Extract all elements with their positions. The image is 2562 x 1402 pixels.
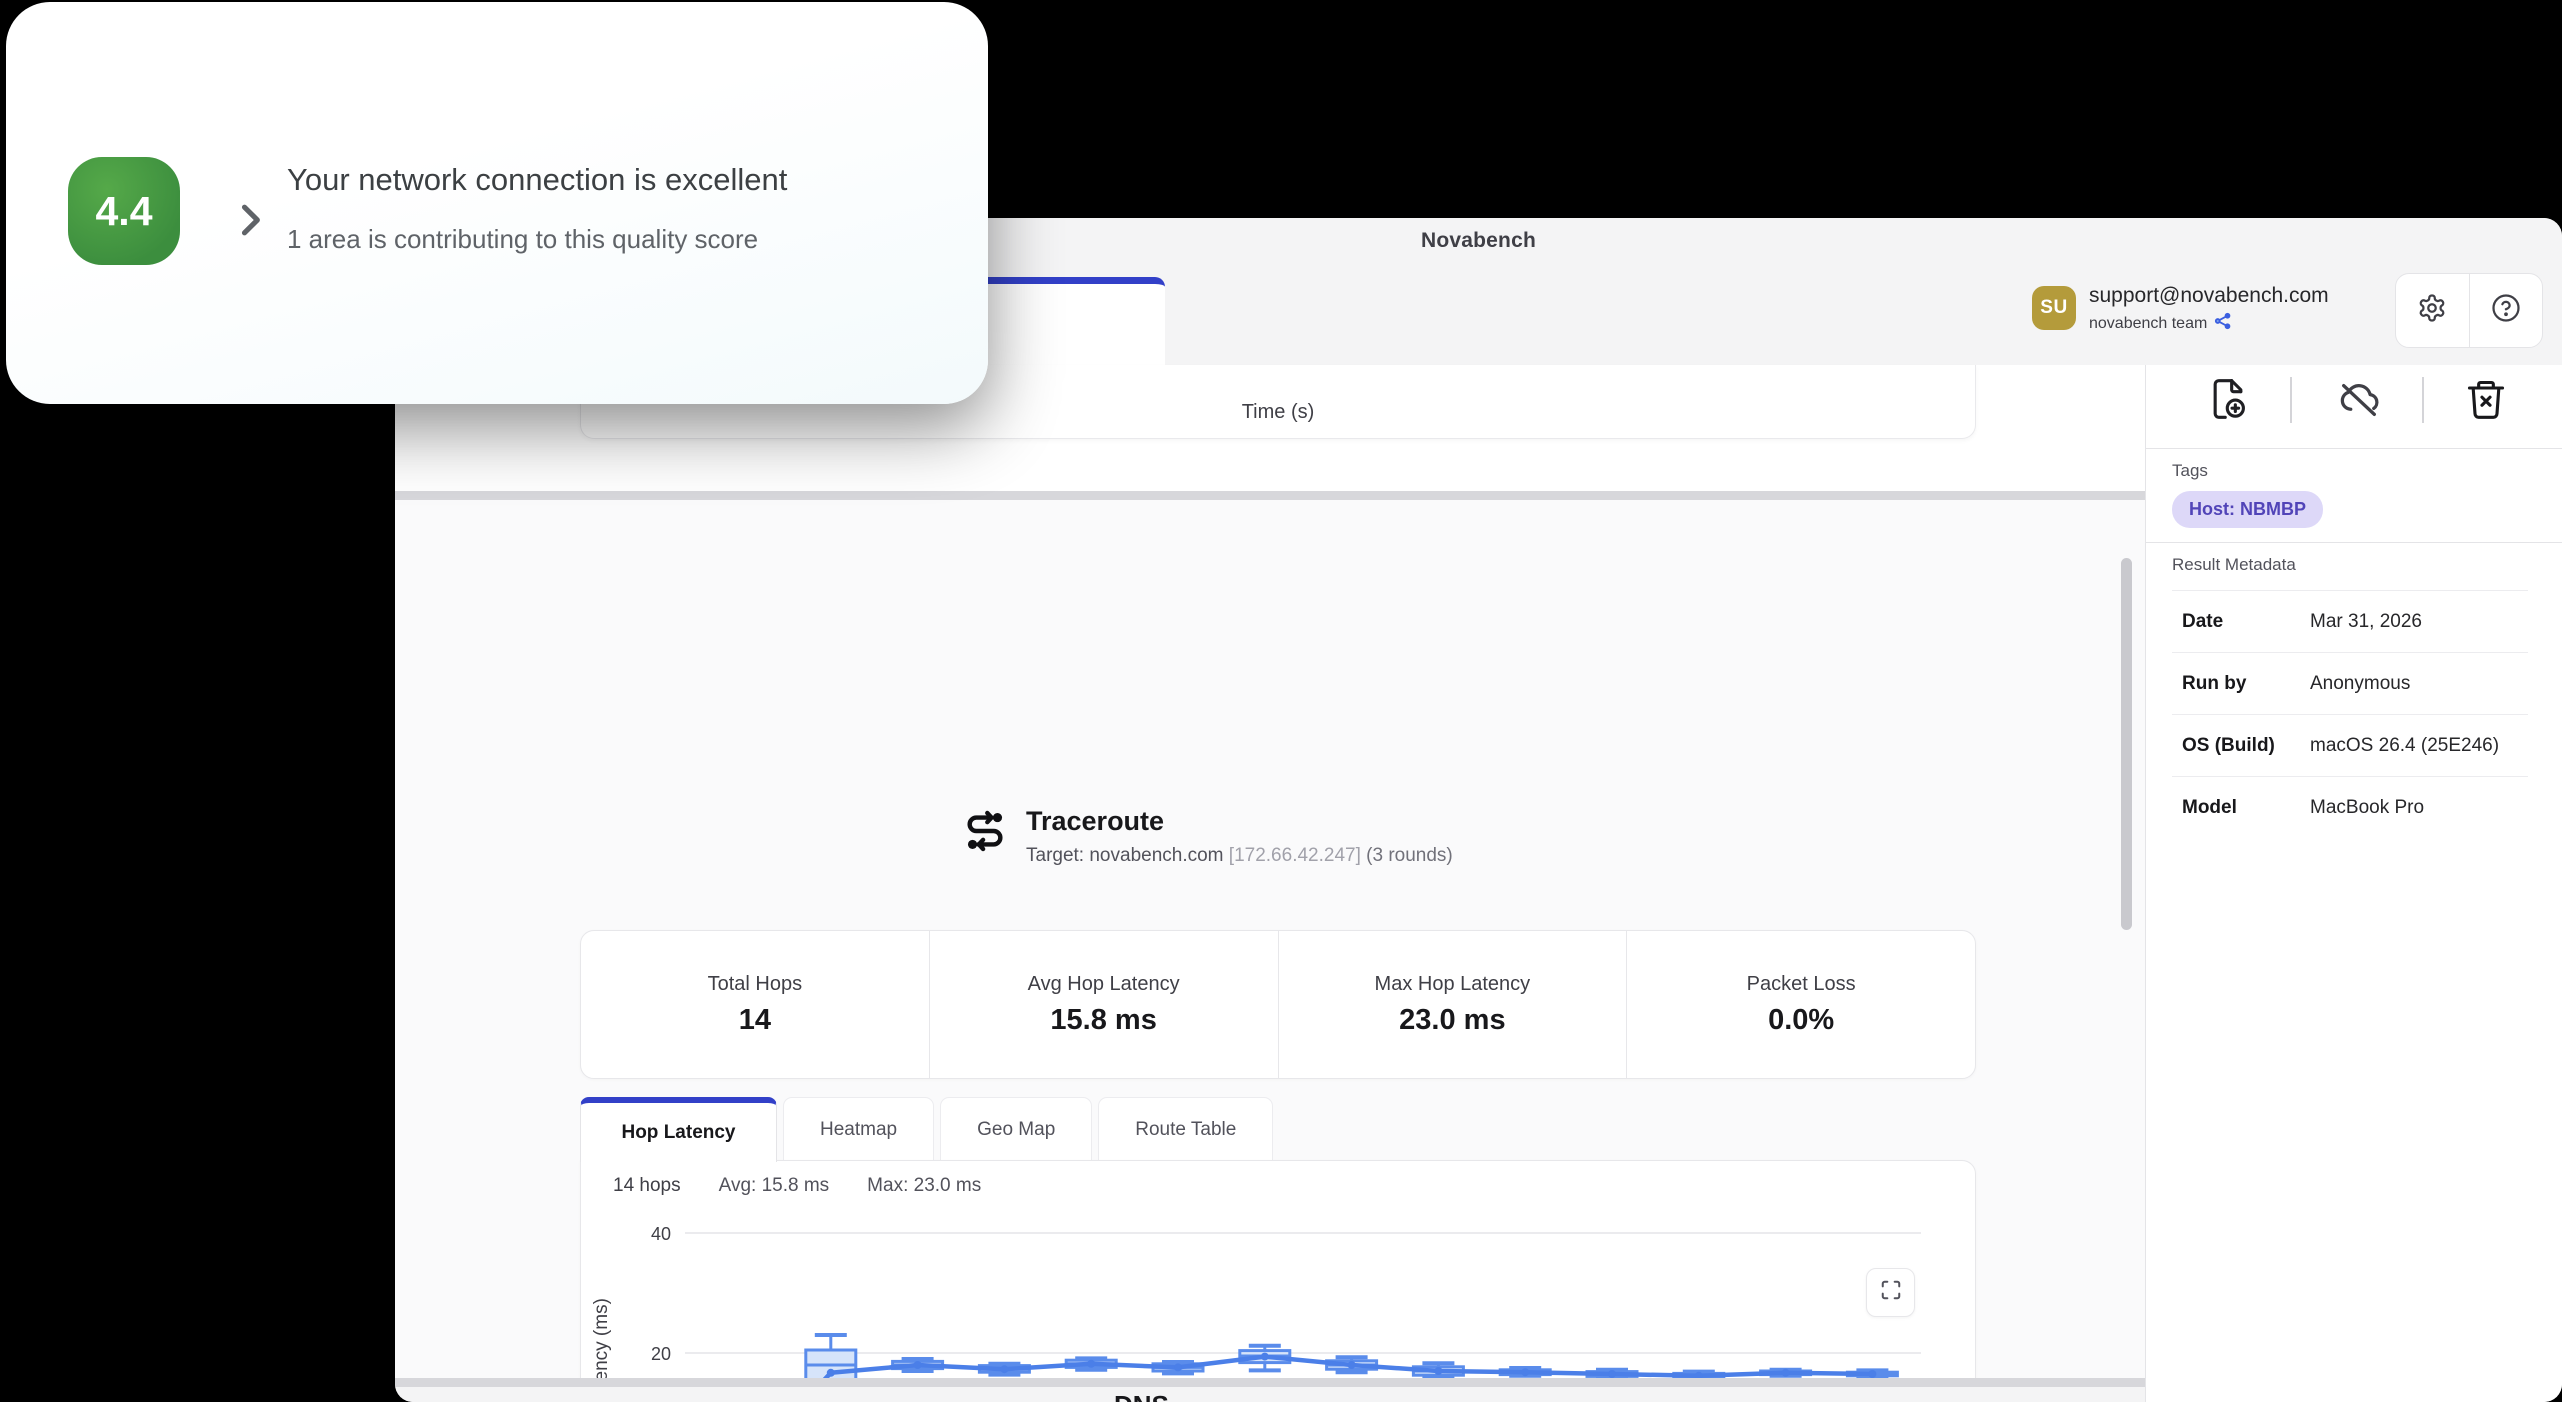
metadata-label: Run by	[2172, 673, 2310, 695]
metadata-label: Date	[2172, 611, 2310, 633]
traceroute-stats-card: Total Hops 14 Avg Hop Latency 15.8 ms Ma…	[580, 930, 1976, 1079]
tag-host[interactable]: Host: NBMBP	[2172, 491, 2323, 528]
traceroute-target: Target: novabench.com [172.66.42.247] (3…	[1026, 845, 1453, 867]
stat-label: Avg Hop Latency	[1028, 973, 1180, 996]
share-network-icon	[2214, 312, 2232, 335]
fullscreen-icon	[1880, 1279, 1902, 1306]
sidebar-actions	[2146, 375, 2562, 427]
traceroute-section: Traceroute Target: novabench.com [172.66…	[395, 500, 2145, 1378]
summary-avg: Avg: 15.8 ms	[719, 1175, 830, 1197]
result-sidebar: Tags Host: NBMBP Result Metadata Date Ma…	[2145, 365, 2562, 1402]
dns-section-title: DNS	[1114, 1390, 1169, 1402]
y-tick-label: 40	[651, 1224, 671, 1244]
metadata-title: Result Metadata	[2172, 555, 2296, 575]
metadata-table: Date Mar 31, 2026 Run by Anonymous OS (B…	[2172, 590, 2528, 838]
header-button-group	[2395, 273, 2543, 348]
target-rounds: (3 rounds)	[1366, 845, 1453, 866]
stat-value: 14	[739, 1004, 771, 1037]
file-plus-icon	[2206, 408, 2250, 425]
help-icon	[2491, 293, 2521, 328]
sidebar-rule	[2146, 448, 2562, 449]
account-team: novabench team	[2089, 312, 2232, 335]
vertical-scrollbar[interactable]	[2121, 558, 2132, 930]
tab-route-table[interactable]: Route Table	[1098, 1097, 1273, 1161]
avatar[interactable]: SU	[2032, 286, 2076, 330]
stat-avg-latency: Avg Hop Latency 15.8 ms	[929, 931, 1278, 1078]
section-divider-top	[395, 491, 2145, 500]
metadata-row-os: OS (Build) macOS 26.4 (25E246)	[2172, 714, 2528, 776]
target-text: Target: novabench.com	[1026, 845, 1224, 866]
quality-score-badge: 4.4	[68, 157, 180, 265]
cloud-off-icon	[2336, 410, 2382, 427]
toast-title: Your network connection is excellent	[287, 162, 787, 198]
stat-label: Packet Loss	[1747, 973, 1856, 996]
fullscreen-button[interactable]	[1866, 1268, 1915, 1317]
stat-packet-loss: Packet Loss 0.0%	[1626, 931, 1975, 1078]
action-divider	[2422, 377, 2424, 423]
chart-summary: 14 hops Avg: 15.8 ms Max: 23.0 ms	[613, 1175, 981, 1197]
sidebar-rule	[2146, 542, 2562, 543]
metadata-label: Model	[2172, 797, 2310, 819]
tab-geo-map[interactable]: Geo Map	[940, 1097, 1092, 1161]
new-result-button[interactable]	[2206, 377, 2250, 426]
account-team-label: novabench team	[2089, 315, 2207, 333]
account-email: support@novabench.com	[2089, 284, 2329, 308]
quality-score-toast[interactable]: 4.4 Your network connection is excellent…	[6, 2, 988, 404]
metadata-row-runby: Run by Anonymous	[2172, 652, 2528, 714]
y-tick-label: 20	[651, 1344, 671, 1364]
stat-label: Max Hop Latency	[1375, 973, 1531, 996]
action-divider	[2290, 377, 2292, 423]
time-axis-label: Time (s)	[1242, 401, 1315, 438]
toast-subtitle: 1 area is contributing to this quality s…	[287, 224, 758, 255]
dns-section: DNS	[395, 1387, 2145, 1402]
section-divider-bottom	[395, 1378, 2145, 1387]
trash-x-icon	[2464, 408, 2508, 425]
tags-label: Tags	[2172, 461, 2208, 481]
tab-heatmap[interactable]: Heatmap	[783, 1097, 934, 1161]
chart-tab-bar: Hop Latency Heatmap Geo Map Route Table	[580, 1097, 1273, 1161]
metadata-value: macOS 26.4 (25E246)	[2310, 735, 2499, 757]
metadata-label: OS (Build)	[2172, 735, 2310, 757]
stat-value: 0.0%	[1768, 1004, 1834, 1037]
stat-value: 23.0 ms	[1399, 1004, 1505, 1037]
help-button[interactable]	[2469, 274, 2543, 347]
stat-max-latency: Max Hop Latency 23.0 ms	[1278, 931, 1627, 1078]
cloud-sync-off-button[interactable]	[2336, 377, 2382, 428]
metadata-value: Anonymous	[2310, 673, 2410, 695]
summary-hops: 14 hops	[613, 1175, 681, 1197]
summary-max: Max: 23.0 ms	[867, 1175, 981, 1197]
delete-result-button[interactable]	[2464, 377, 2508, 426]
gear-icon	[2417, 293, 2447, 328]
chevron-right-icon	[228, 194, 272, 251]
stat-total-hops: Total Hops 14	[581, 931, 929, 1078]
hop-latency-panel: 14 hops Avg: 15.8 ms Max: 23.0 ms 020401…	[580, 1160, 1976, 1402]
traceroute-header: Traceroute Target: novabench.com [172.66…	[962, 806, 1453, 867]
metadata-row-date: Date Mar 31, 2026	[2172, 590, 2528, 652]
settings-button[interactable]	[2396, 274, 2469, 347]
tab-hop-latency[interactable]: Hop Latency	[580, 1097, 777, 1162]
hop-latency-chart: 020401234567891011121314Latency (ms)Hop …	[581, 1161, 1975, 1402]
route-icon	[962, 808, 1008, 867]
stat-label: Total Hops	[708, 973, 803, 996]
traceroute-title: Traceroute	[1026, 806, 1453, 836]
metadata-value: Mar 31, 2026	[2310, 611, 2422, 633]
metadata-value: MacBook Pro	[2310, 797, 2424, 819]
target-ip: [172.66.42.247]	[1229, 845, 1361, 866]
metadata-row-model: Model MacBook Pro	[2172, 776, 2528, 838]
stat-value: 15.8 ms	[1050, 1004, 1156, 1037]
